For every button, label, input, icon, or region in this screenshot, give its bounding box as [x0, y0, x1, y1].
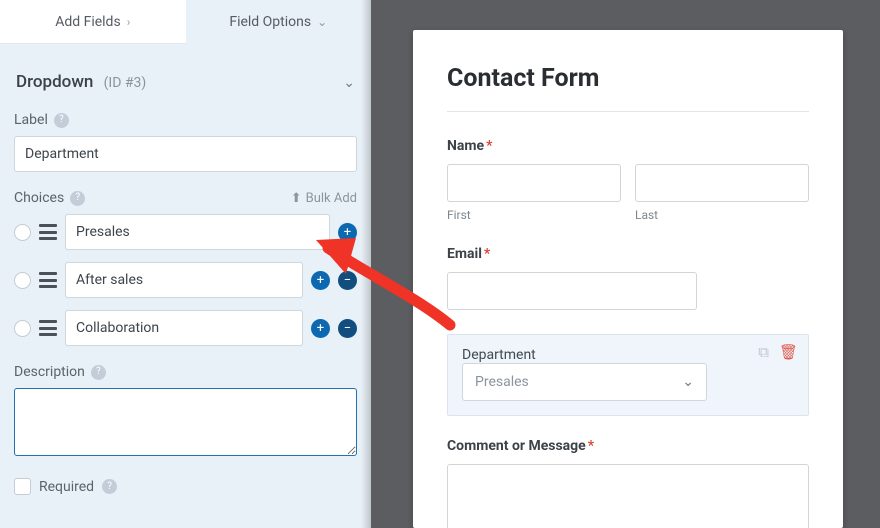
remove-choice-button[interactable]: − — [338, 319, 357, 338]
chevron-down-icon: ⌄ — [317, 15, 327, 29]
label-field-label: Label — [14, 112, 48, 128]
choices-field-label: Choices — [14, 190, 64, 206]
chevron-down-icon: ⌄ — [682, 374, 694, 390]
preview-field-email: Email* — [447, 246, 809, 310]
tab-field-options-label: Field Options — [229, 14, 311, 30]
preview-card: Contact Form Name* First Last — [413, 30, 843, 528]
bulk-add-button[interactable]: ⬆ Bulk Add — [291, 191, 357, 206]
preview-name-label: Name — [447, 138, 484, 154]
first-name-sublabel: First — [447, 208, 621, 222]
preview-field-department-selected[interactable]: ⧉ 🗑 Department Presales ⌄ — [447, 334, 809, 416]
preview-department-label: Department — [462, 347, 794, 363]
choice-input[interactable] — [65, 310, 303, 346]
section-header[interactable]: Dropdown (ID #3) ⌄ — [14, 66, 357, 112]
description-block: Description ? — [14, 364, 357, 460]
editor-panel: Add Fields › Field Options ⌄ Dropdown (I… — [0, 0, 371, 528]
comment-textarea[interactable] — [447, 464, 809, 528]
label-input[interactable] — [14, 136, 357, 172]
preview-field-comment: Comment or Message* — [447, 438, 809, 528]
required-label: Required — [39, 479, 94, 495]
bulk-add-label: Bulk Add — [306, 191, 357, 206]
choice-default-radio[interactable] — [14, 224, 31, 241]
description-field-label: Description — [14, 364, 85, 380]
drag-handle-icon[interactable] — [39, 224, 57, 240]
required-row: Required ? — [14, 478, 357, 495]
required-star-icon: * — [484, 246, 490, 262]
chevron-down-icon[interactable]: ⌄ — [343, 75, 355, 91]
section-id-note: (ID #3) — [104, 75, 147, 91]
choice-row: + — [14, 214, 357, 250]
upload-icon: ⬆ — [291, 191, 302, 206]
field-options-body: Dropdown (ID #3) ⌄ Label ? Choices ? — [0, 44, 371, 509]
choice-input[interactable] — [65, 214, 330, 250]
preview-email-label: Email — [447, 246, 482, 262]
tab-add-fields-label: Add Fields — [55, 14, 121, 30]
help-icon[interactable]: ? — [102, 479, 117, 494]
last-name-sublabel: Last — [635, 208, 809, 222]
preview-comment-label: Comment or Message — [447, 438, 586, 454]
tab-field-options[interactable]: Field Options ⌄ — [186, 0, 372, 44]
help-icon[interactable]: ? — [54, 113, 69, 128]
add-choice-button[interactable]: + — [311, 271, 330, 290]
required-star-icon: * — [588, 438, 594, 454]
section-title: Dropdown (ID #3) — [16, 72, 146, 92]
add-choice-button[interactable]: + — [338, 223, 357, 242]
drag-handle-icon[interactable] — [39, 320, 57, 336]
drag-handle-icon[interactable] — [39, 272, 57, 288]
editor-tabs: Add Fields › Field Options ⌄ — [0, 0, 371, 44]
required-star-icon: * — [486, 138, 492, 154]
preview-field-name: Name* First Last — [447, 138, 809, 222]
last-name-input[interactable] — [635, 164, 809, 202]
help-icon[interactable]: ? — [70, 191, 85, 206]
add-choice-button[interactable]: + — [311, 319, 330, 338]
help-icon[interactable]: ? — [91, 365, 106, 380]
choices-block: Choices ? ⬆ Bulk Add + — [14, 190, 357, 346]
divider — [447, 111, 809, 112]
choices-list: + + − + − — [14, 214, 357, 346]
department-select[interactable]: Presales ⌄ — [462, 363, 707, 401]
label-block: Label ? — [14, 112, 357, 172]
choice-default-radio[interactable] — [14, 320, 31, 337]
gutter — [371, 0, 413, 528]
email-input[interactable] — [447, 272, 697, 310]
choice-row: + − — [14, 310, 357, 346]
choice-row: + − — [14, 262, 357, 298]
department-selected-value: Presales — [475, 374, 529, 390]
tab-add-fields[interactable]: Add Fields › — [0, 0, 186, 44]
chevron-right-icon: › — [127, 15, 131, 29]
remove-choice-button[interactable]: − — [338, 271, 357, 290]
choice-input[interactable] — [65, 262, 303, 298]
choice-default-radio[interactable] — [14, 272, 31, 289]
required-checkbox[interactable] — [14, 478, 31, 495]
description-textarea[interactable] — [14, 388, 357, 456]
form-title: Contact Form — [447, 64, 809, 93]
copy-icon[interactable]: ⧉ — [758, 343, 769, 361]
first-name-input[interactable] — [447, 164, 621, 202]
section-title-text: Dropdown — [16, 72, 93, 92]
preview-area: Contact Form Name* First Last — [413, 0, 880, 528]
trash-icon[interactable]: 🗑 — [779, 343, 798, 361]
